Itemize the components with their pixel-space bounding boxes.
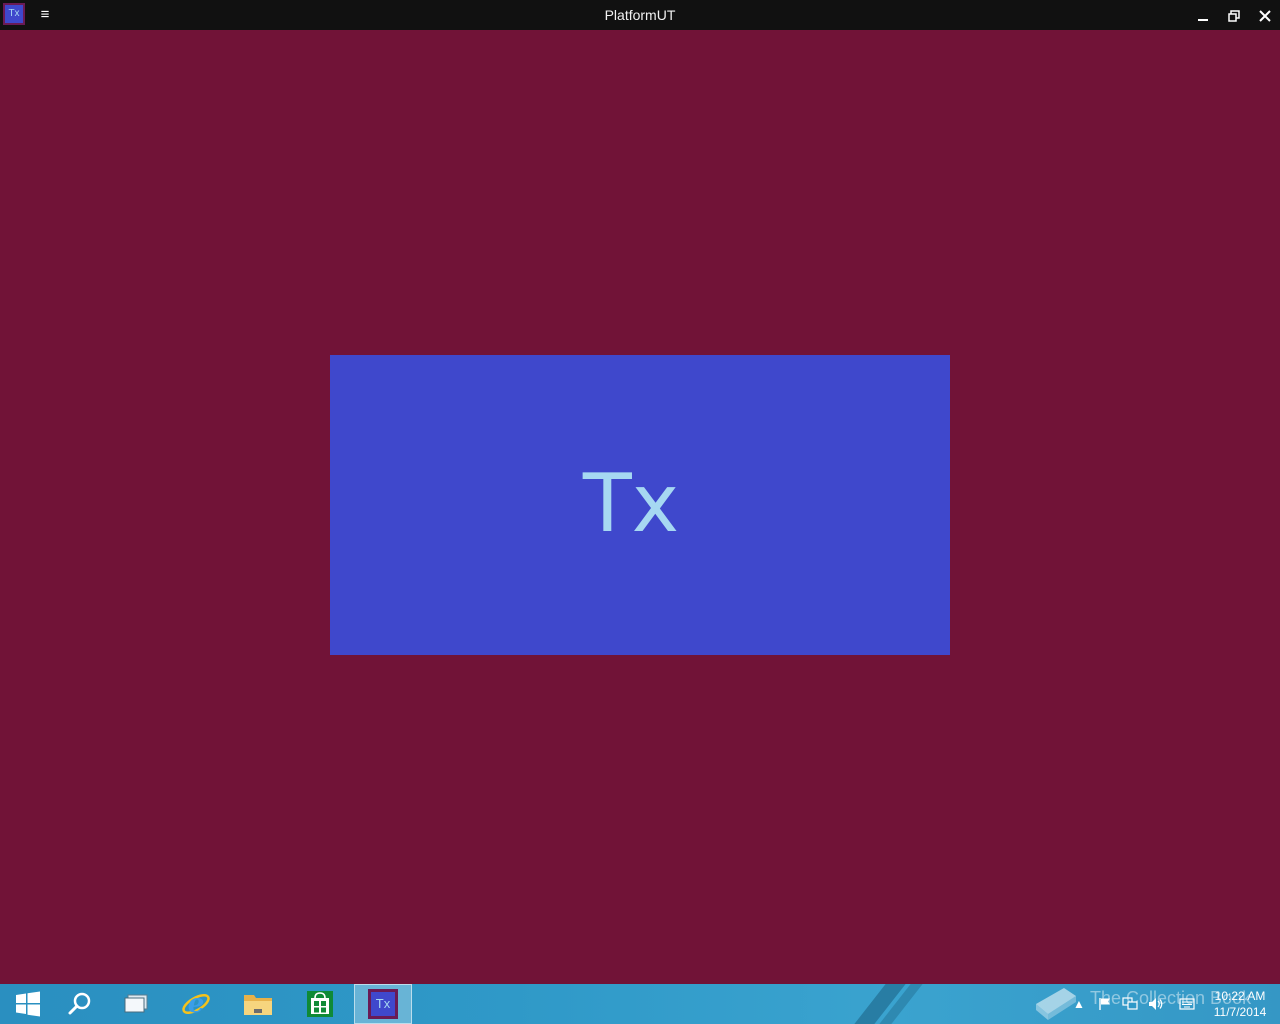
network-icon[interactable] (1120, 984, 1140, 1024)
show-hidden-icons-icon[interactable]: ▲ (1072, 984, 1086, 1024)
internet-explorer-button[interactable]: e (168, 984, 224, 1024)
windows-logo-icon (16, 991, 40, 1017)
window-title: PlatformUT (604, 7, 676, 23)
app-content-area: Tx (0, 30, 1280, 984)
splash-logo-text: Tx (582, 457, 680, 550)
tx-app-icon: Tx (368, 989, 398, 1019)
folder-icon (244, 995, 272, 1015)
close-icon (1259, 10, 1271, 23)
platformut-taskbar-button[interactable]: Tx (354, 984, 412, 1024)
minimize-button[interactable] (1188, 0, 1218, 30)
clock-date: 11/7/2014 (1213, 1005, 1267, 1019)
splash-panel: Tx (330, 355, 950, 655)
internet-explorer-icon: e (182, 989, 210, 1019)
volume-icon[interactable] (1146, 984, 1166, 1024)
task-view-icon (124, 994, 148, 1013)
minimize-icon (1198, 19, 1208, 22)
start-button[interactable] (0, 984, 56, 1024)
svg-text:e: e (188, 989, 205, 1019)
taskbar: e Tx The Collection Book ▲ 10:22 AM 11/7… (0, 984, 1280, 1024)
clock-time: 10:22 AM (1214, 989, 1266, 1003)
keyboard-icon[interactable] (1176, 984, 1198, 1024)
task-view-button[interactable] (108, 984, 164, 1024)
store-icon (307, 991, 333, 1017)
restore-icon (1228, 10, 1240, 23)
store-button[interactable] (292, 984, 348, 1024)
search-button[interactable] (52, 984, 108, 1024)
search-icon (68, 992, 91, 1015)
taskbar-app-label: Tx (371, 992, 395, 1016)
close-button[interactable] (1250, 0, 1280, 30)
action-center-flag-icon[interactable] (1096, 984, 1114, 1024)
taskbar-clock[interactable]: 10:22 AM 11/7/2014 (1205, 988, 1275, 1020)
title-bar: Tx ≡ PlatformUT (0, 0, 1280, 30)
restore-button[interactable] (1219, 0, 1249, 30)
file-explorer-button[interactable] (230, 984, 286, 1024)
